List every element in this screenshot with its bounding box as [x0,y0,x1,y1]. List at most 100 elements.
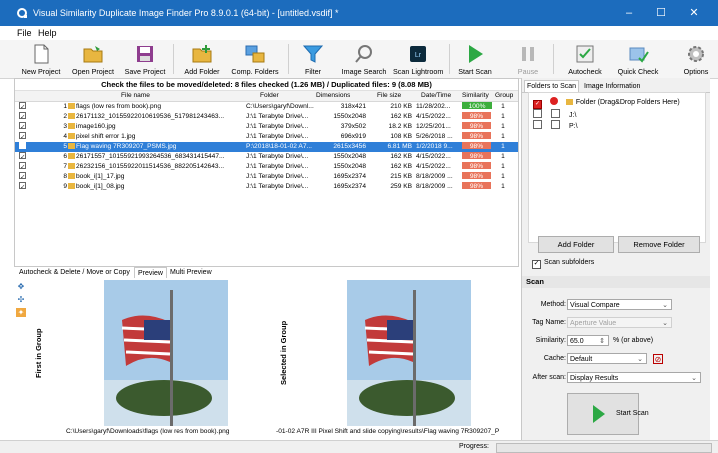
row-dimensions: 1550x2048 [333,163,366,170]
table-row[interactable]: ✓ 9 book_i[1]_08.jpg J:\1 Terabyte Drive\..… [15,182,518,192]
method-value: Visual Compare [570,302,620,309]
row-folder: J:\1 Terabyte Drive\... [246,123,309,130]
clear-cache-icon[interactable]: ⊘ [653,354,663,364]
first-image [104,280,228,426]
col-file-size[interactable]: File size [377,91,401,101]
toolbar-separator [449,44,450,74]
include-check-icon: ✓ [533,100,542,109]
row-file-size: 259 KB [390,183,412,190]
cache-label: Cache: [543,355,566,362]
col-file-name[interactable]: File name [121,91,150,101]
row-date: 4/15/2022... [416,163,451,170]
row-index: 5 [63,143,67,150]
table-row[interactable]: ✓ 3 image160.jpg J:\1 Terabyte Drive\... 379… [15,122,518,132]
menu-help[interactable]: Help [38,28,57,38]
row-checkbox[interactable]: ✓ [19,182,26,189]
row-checkbox[interactable]: ✓ [19,152,26,159]
image-file-icon [68,163,75,169]
minimize-button[interactable]: – [614,5,644,21]
start-scan-button[interactable]: Start Scan [456,41,494,77]
save-project-button[interactable]: Save Project [123,41,167,77]
table-row[interactable]: ✓ 8 book_i[1]_17.jpg J:\1 Terabyte Drive\..… [15,172,518,182]
row-date: 12/25/201... [416,123,451,130]
col-group[interactable]: Group [495,91,513,101]
row-group: 1 [501,173,505,180]
tab-folders-to-scan[interactable]: Folders to Scan [524,80,580,92]
chevron-down-icon: ⌄ [691,375,697,382]
row-checkbox[interactable]: ✓ [19,132,26,139]
remove-folder-button[interactable]: Remove Folder [618,236,700,253]
add-folder-button[interactable]: Add Folder [182,41,222,77]
table-row[interactable]: ✓ 7 26232156_10155922011514536_88220514264… [15,162,518,172]
autocheck-button[interactable]: Autocheck [565,41,605,77]
row-checkbox[interactable]: ✓ [19,112,26,119]
tab-image-information[interactable]: Image Information [582,81,642,92]
compare-folders-button[interactable]: Comp. Folders [230,41,280,77]
scan-subfolders-option[interactable]: ✓ Scan subfolders [532,258,594,269]
col-similarity[interactable]: Similarity [462,91,489,101]
table-row[interactable]: ✓ 1 flags (low res from book).png C:\Users\… [15,102,518,112]
toolbar-separator [553,44,554,74]
folder-icon [565,99,573,105]
play-icon [469,45,483,63]
first-image-caption: C:\Users\garyf\Downloads\flags (low res … [66,428,230,435]
new-project-button[interactable]: New Project [19,41,63,77]
cache-select[interactable]: Default ⌄ [567,353,647,364]
include-checkbox[interactable] [533,120,542,129]
image-file-icon [68,183,75,189]
folder-item-p[interactable]: P:\ [533,120,578,130]
scan-lightroom-button[interactable]: Lr Scan Lightroom [393,41,443,77]
open-project-button[interactable]: Open Project [71,41,115,77]
start-scan-panel-button[interactable]: Start Scan [567,393,649,435]
include-checkbox[interactable] [533,109,542,118]
tag-name-select[interactable]: Aperture Value ⌄ [567,317,672,328]
maximize-button[interactable]: ☐ [646,5,676,21]
table-row[interactable]: ✓ 4 pixel shift error 1.jpg J:\1 Terabyte D… [15,132,518,142]
row-dimensions: 1695x2374 [333,173,366,180]
similarity-value: 65.0 [570,338,584,345]
method-select[interactable]: Visual Compare ⌄ [567,299,672,310]
sync-zoom-icon[interactable]: ✦ [16,308,26,317]
row-checkbox[interactable] [19,142,26,149]
quick-check-button[interactable]: Quick Check [615,41,661,77]
similarity-input[interactable]: 65.0 ⇕ [567,335,609,346]
col-folder[interactable]: Folder [260,91,279,101]
col-dimensions[interactable]: Dimensions [316,91,350,101]
row-checkbox[interactable]: ✓ [19,162,26,169]
folder-item-j[interactable]: J:\ [533,109,576,119]
menu-file[interactable]: File [17,28,32,38]
exclude-checkbox[interactable] [551,109,560,118]
image-file-icon [68,113,75,119]
exclude-checkbox[interactable] [551,120,560,129]
add-folder-panel-button[interactable]: Add Folder [538,236,614,253]
filter-button[interactable]: Filter [298,41,328,77]
row-checkbox[interactable]: ✓ [19,102,26,109]
options-button[interactable]: Options [678,41,714,77]
close-button[interactable]: ✕ [679,5,709,21]
row-index: 8 [63,173,67,180]
table-row[interactable]: ✓ 6 26171557_10155921993264536_68343141544… [15,152,518,162]
scan-subfolders-checkbox[interactable]: ✓ [532,260,541,269]
open-folder-icon [83,46,103,63]
spinner-icon[interactable]: ⇕ [599,336,605,347]
pause-button[interactable]: Pause [515,41,541,77]
row-index: 4 [63,133,67,140]
table-row[interactable]: ✓ 2 26171132_10155922010619536_51798124346… [15,112,518,122]
row-checkbox[interactable]: ✓ [19,172,26,179]
row-dimensions: 379x502 [340,123,366,130]
row-file-size: 18.2 KB [388,123,412,130]
tab-autocheck-delete[interactable]: Autocheck & Delete / Move or Copy [16,267,133,278]
after-scan-select[interactable]: Display Results ⌄ [567,372,701,383]
similarity-bar: 98% [462,132,491,139]
col-date-time[interactable]: Date/Time [421,91,451,101]
image-search-button[interactable]: Image Search [341,41,387,77]
tab-multi-preview[interactable]: Multi Preview [167,267,215,278]
row-dimensions: 318x421 [340,103,366,110]
image-file-icon [68,143,75,149]
row-file-name: Flag waving 7R309207_PSMS.jpg [68,142,244,152]
folders-list[interactable]: ✓ Folder (Drag&Drop Folders Here) J:\ P:… [528,92,706,243]
table-row[interactable]: 5 Flag waving 7R309207_PSMS.jpg P:\2018\18… [15,142,518,152]
zoom-fit-icon[interactable]: ✥ [16,282,26,291]
zoom-actual-icon[interactable]: ✣ [16,295,26,304]
row-checkbox[interactable]: ✓ [19,122,26,129]
